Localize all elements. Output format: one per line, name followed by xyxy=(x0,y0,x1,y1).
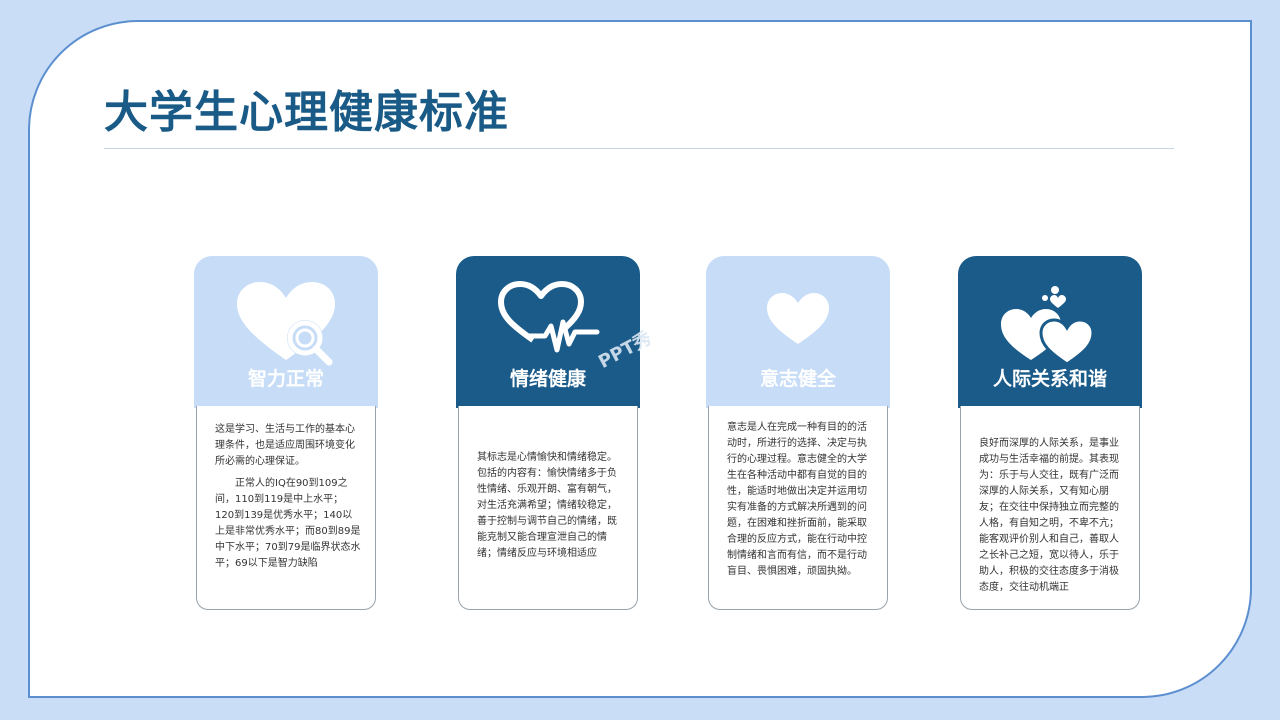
card-header: 智力正常 xyxy=(194,256,378,408)
heart-search-icon xyxy=(237,282,335,366)
two-hearts-icon xyxy=(1001,286,1095,366)
page-title: 大学生心理健康标准 xyxy=(104,87,509,138)
card-paragraph: 其标志是心情愉快和情绪稳定。包括的内容有：愉快情绪多于负性情绪、乐观开朗、富有朝… xyxy=(477,452,617,559)
card-body: 良好而深厚的人际关系，是事业成功与生活幸福的前提。其表现为：乐于与人交往，既有广… xyxy=(960,406,1140,610)
card-body: 其标志是心情愉快和情绪稳定。包括的内容有：愉快情绪多于负性情绪、乐观开朗、富有朝… xyxy=(458,406,638,610)
card-header: 意志健全 xyxy=(706,256,890,408)
card-intelligence: 智力正常 这是学习、生活与工作的基本心理条件，也是适应周围环境变化所必需的心理保… xyxy=(194,256,378,610)
title-divider xyxy=(104,148,1174,149)
card-body: 这是学习、生活与工作的基本心理条件，也是适应周围环境变化所必需的心理保证。 正常… xyxy=(196,406,376,610)
card-body: 意志是人在完成一种有目的的活动时，所进行的选择、决定与执行的心理过程。意志健全的… xyxy=(708,406,888,610)
card-header: 人际关系和谐 xyxy=(958,256,1142,408)
card-relationships: 人际关系和谐 良好而深厚的人际关系，是事业成功与生活幸福的前提。其表现为：乐于与… xyxy=(958,256,1142,610)
card-paragraph: 正常人的IQ在90到109之间，110到119是中上水平；120到139是优秀水… xyxy=(215,478,361,569)
card-paragraph: 这是学习、生活与工作的基本心理条件，也是适应周围环境变化所必需的心理保证。 xyxy=(215,424,355,467)
card-emotion: 情绪健康 其标志是心情愉快和情绪稳定。包括的内容有：愉快情绪多于负性情绪、乐观开… xyxy=(456,256,640,610)
heart-pulse-icon xyxy=(498,281,600,353)
card-header: 情绪健康 xyxy=(456,256,640,408)
card-title: 意志健全 xyxy=(759,368,836,390)
card-title: 人际关系和谐 xyxy=(992,368,1107,390)
card-paragraph: 良好而深厚的人际关系，是事业成功与生活幸福的前提。其表现为：乐于与人交往，既有广… xyxy=(979,438,1119,593)
card-paragraph: 意志是人在完成一种有目的的活动时，所进行的选择、决定与执行的心理过程。意志健全的… xyxy=(727,422,867,577)
card-title: 智力正常 xyxy=(247,368,324,390)
card-will: 意志健全 意志是人在完成一种有目的的活动时，所进行的选择、决定与执行的心理过程。… xyxy=(706,256,890,610)
heart-icon xyxy=(767,293,829,344)
